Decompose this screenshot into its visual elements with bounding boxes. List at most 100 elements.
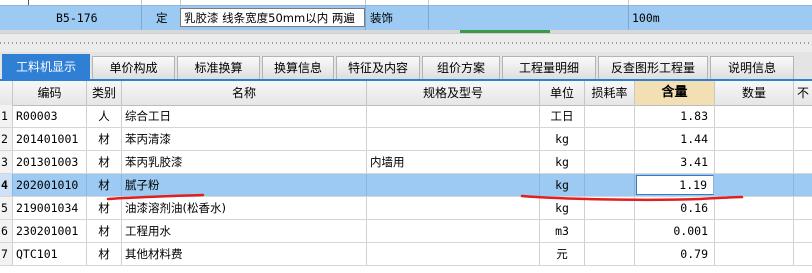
cell-name[interactable]: 工程用水 — [122, 220, 367, 242]
cell-quantity-content[interactable]: 1.83 — [635, 105, 715, 127]
upper-quota-grid: B5-176 定 乳胶漆 线条宽度50mm以内 两遍 装饰 100m — [0, 0, 812, 33]
cell-spec[interactable] — [367, 220, 540, 242]
cell-loss-rate[interactable] — [585, 243, 635, 265]
cell-loss-rate[interactable] — [585, 105, 635, 127]
cell-quantity-content[interactable]: 3.41 — [635, 151, 715, 173]
quota-unit: 100m — [632, 11, 660, 25]
tab-reverse-graphic-quantity[interactable]: 反查图形工程量 — [598, 56, 708, 79]
cell-code[interactable]: 230201001 — [13, 220, 87, 242]
cell-code[interactable]: R00003 — [13, 105, 87, 127]
cell-amount[interactable] — [715, 174, 794, 196]
cell-unit[interactable]: kg — [540, 128, 585, 150]
cell-name[interactable]: 油漆溶剂油(松香水) — [122, 197, 367, 219]
cell-code[interactable]: QTC101 — [13, 243, 87, 265]
cell-type[interactable]: 人 — [87, 105, 122, 127]
cell-code[interactable]: 202001010 — [13, 174, 87, 196]
cell-amount[interactable] — [715, 128, 794, 150]
table-row[interactable]: 5 219001034 材 油漆溶剂油(松香水) kg 0.16 — [0, 197, 812, 220]
cell-spec[interactable] — [367, 105, 540, 127]
cell-amount[interactable] — [715, 243, 794, 265]
tab-unit-price-composition[interactable]: 单价构成 — [92, 56, 175, 79]
tab-quantity-details[interactable]: 工程量明细 — [502, 56, 596, 79]
table-row[interactable]: 6 230201001 材 工程用水 m3 0.001 — [0, 220, 812, 243]
quota-code: B5-176 — [56, 11, 98, 25]
tab-standard-conversion[interactable]: 标准换算 — [177, 56, 260, 79]
cell-extra — [794, 174, 812, 196]
cell-loss-rate[interactable] — [585, 220, 635, 242]
quota-name-editor[interactable]: 乳胶漆 线条宽度50mm以内 两遍 — [180, 8, 365, 27]
cell-extra — [794, 197, 812, 219]
tab-conversion-info[interactable]: 换算信息 — [262, 56, 334, 79]
header-type[interactable]: 类别 — [87, 81, 122, 105]
tab-description-info[interactable]: 说明信息 — [710, 56, 794, 79]
cell-quantity-content[interactable]: 0.16 — [635, 197, 715, 219]
cell-amount[interactable] — [715, 220, 794, 242]
header-unit[interactable]: 单位 — [540, 81, 585, 105]
cell-name[interactable]: 其他材料费 — [122, 243, 367, 265]
cell-spec[interactable] — [367, 128, 540, 150]
table-row[interactable]: 3 201301003 材 苯丙乳胶漆 内墙用 kg 3.41 — [0, 151, 812, 174]
table-row[interactable]: 7 QTC101 材 其他材料费 元 0.79 — [0, 243, 812, 266]
quota-row-selected[interactable]: B5-176 定 乳胶漆 线条宽度50mm以内 两遍 装饰 100m — [0, 5, 812, 31]
cell-unit[interactable]: 元 — [540, 243, 585, 265]
cell-unit[interactable]: kg — [540, 174, 585, 196]
row-number: 1 — [0, 105, 13, 127]
table-row[interactable]: 1 R00003 人 综合工日 工日 1.83 — [0, 105, 812, 128]
header-name[interactable]: 名称 — [122, 81, 367, 105]
tab-features-content[interactable]: 特征及内容 — [336, 56, 420, 79]
header-amount[interactable]: 数量 — [715, 81, 794, 105]
header-quantity-content[interactable]: 含量 — [635, 81, 715, 105]
cell-spec[interactable]: 内墙用 — [367, 151, 540, 173]
cell-code[interactable]: 201301003 — [13, 151, 87, 173]
quota-category: 装饰 — [370, 11, 393, 25]
cell-type[interactable]: 材 — [87, 220, 122, 242]
cell-amount[interactable] — [715, 151, 794, 173]
cell-unit[interactable]: m3 — [540, 220, 585, 242]
cell-type[interactable]: 材 — [87, 243, 122, 265]
row-number: 3 — [0, 151, 13, 173]
quota-type: 定 — [156, 11, 168, 25]
cell-loss-rate[interactable] — [585, 197, 635, 219]
cell-loss-rate[interactable] — [585, 174, 635, 196]
cell-unit[interactable]: 工日 — [540, 105, 585, 127]
cell-extra — [794, 243, 812, 265]
tab-labor-material-machine[interactable]: 工料机显示 — [2, 54, 90, 79]
labor-material-grid: 编码 类别 名称 规格及型号 单位 损耗率 含量 数量 不 1 R00003 人… — [0, 81, 812, 273]
cell-quantity-content-editor[interactable]: 1.19 — [636, 175, 714, 195]
row-number: 6 — [0, 220, 13, 242]
table-row[interactable]: 2 201401001 材 苯丙清漆 kg 1.44 — [0, 128, 812, 151]
panel-splitter[interactable] — [0, 33, 812, 53]
tab-pricing-scheme[interactable]: 组价方案 — [422, 56, 500, 79]
cell-name[interactable]: 苯丙乳胶漆 — [122, 151, 367, 173]
cell-quantity-content[interactable]: 0.79 — [635, 243, 715, 265]
cell-spec[interactable] — [367, 243, 540, 265]
cell-extra — [794, 128, 812, 150]
cell-quantity-content[interactable]: 1.44 — [635, 128, 715, 150]
cell-unit[interactable]: kg — [540, 151, 585, 173]
cell-code[interactable]: 201401001 — [13, 128, 87, 150]
cell-amount[interactable] — [715, 105, 794, 127]
splitter-grip — [0, 42, 812, 44]
cell-unit[interactable]: kg — [540, 197, 585, 219]
cell-spec[interactable] — [367, 197, 540, 219]
cell-name[interactable]: 综合工日 — [122, 105, 367, 127]
cell-code[interactable]: 219001034 — [13, 197, 87, 219]
cell-loss-rate[interactable] — [585, 128, 635, 150]
cell-type[interactable]: 材 — [87, 197, 122, 219]
cell-quantity-content[interactable]: 0.001 — [635, 220, 715, 242]
cell-name[interactable]: 腻子粉 — [122, 174, 367, 196]
table-row-selected[interactable]: 4 202001010 材 腻子粉 kg 1.19 — [0, 174, 812, 197]
header-extra[interactable]: 不 — [794, 81, 812, 105]
cell-type[interactable]: 材 — [87, 151, 122, 173]
cell-extra — [794, 105, 812, 127]
cell-type[interactable]: 材 — [87, 174, 122, 196]
header-spec[interactable]: 规格及型号 — [367, 81, 540, 105]
cell-type[interactable]: 材 — [87, 128, 122, 150]
cell-loss-rate[interactable] — [585, 151, 635, 173]
cell-extra — [794, 151, 812, 173]
cell-spec[interactable] — [367, 174, 540, 196]
header-code[interactable]: 编码 — [13, 81, 87, 105]
cell-name[interactable]: 苯丙清漆 — [122, 128, 367, 150]
cell-amount[interactable] — [715, 197, 794, 219]
header-loss-rate[interactable]: 损耗率 — [585, 81, 635, 105]
